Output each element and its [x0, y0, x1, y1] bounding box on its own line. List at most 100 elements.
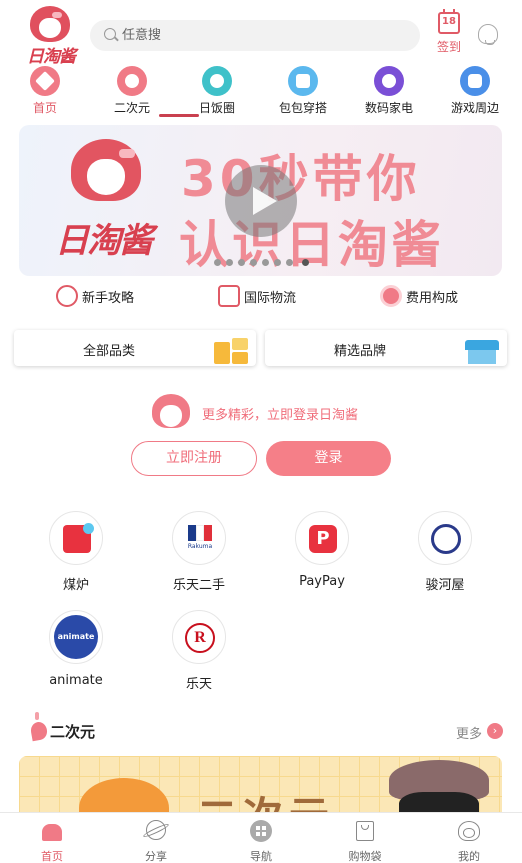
- category-home[interactable]: 首页: [5, 66, 85, 116]
- tab-home[interactable]: 首页: [22, 820, 82, 863]
- carousel-dot[interactable]: [226, 259, 233, 266]
- category-nav: 首页 二次元 日饭圈 包包穿搭 数码家电 游戏周边: [0, 66, 522, 118]
- cat-face-icon: [117, 66, 147, 96]
- all-categories-label: 全部品类: [82, 344, 135, 359]
- camera-icon: [374, 66, 404, 96]
- tab-profile[interactable]: 我的: [439, 820, 499, 863]
- animate-mark: animate: [54, 615, 98, 659]
- all-categories-card[interactable]: 全部品类: [14, 330, 256, 366]
- fees-label: 费用构成: [406, 290, 459, 306]
- category-games[interactable]: 游戏周边: [435, 66, 515, 116]
- quick-links: 新手攻略 国际物流 费用构成: [0, 284, 522, 310]
- person-icon: [56, 285, 78, 307]
- category-fashion[interactable]: 包包穿搭: [263, 66, 343, 116]
- disc-icon: [202, 66, 232, 96]
- category-label: 首页: [32, 101, 57, 115]
- category-label: 数码家电: [364, 101, 413, 115]
- login-hint-text: 更多精彩，立即登录日淘酱: [202, 408, 359, 423]
- platform-rakuten[interactable]: R 乐天: [149, 610, 249, 692]
- rakuma-icon: Rakuma: [172, 511, 226, 565]
- carousel-dot[interactable]: [274, 259, 281, 266]
- tab-label: 导航: [250, 850, 272, 863]
- mascot-icon: [152, 394, 190, 428]
- shirt-icon: [288, 66, 318, 96]
- rakuten-icon: R: [172, 610, 226, 664]
- platform-label: 乐天: [185, 677, 212, 692]
- mercari-icon: [49, 511, 103, 565]
- chevron-right-icon[interactable]: ›: [487, 723, 503, 739]
- header: 日淘酱 18 签到: [0, 0, 522, 67]
- bottom-tab-bar: 首页 分享 导航 购物袋 我的: [0, 812, 522, 863]
- platform-label: 乐天二手: [172, 578, 225, 593]
- carousel-dot-active[interactable]: [302, 259, 309, 266]
- section-banner[interactable]: 二次元: [19, 756, 502, 816]
- platform-label: 煤炉: [62, 578, 89, 593]
- animate-icon: animate: [49, 610, 103, 664]
- surugaya-icon: [418, 511, 472, 565]
- category-label: 游戏周边: [450, 101, 499, 115]
- play-icon[interactable]: [225, 165, 297, 237]
- tab-cart[interactable]: 购物袋: [335, 820, 395, 863]
- coin-icon: [380, 285, 402, 307]
- star-icon: [30, 66, 60, 96]
- search-bar[interactable]: [90, 20, 420, 51]
- tab-label: 分享: [145, 850, 167, 863]
- platform-surugaya[interactable]: 骏河屋: [395, 511, 495, 593]
- grid-menu-icon: [249, 820, 273, 842]
- paypay-icon: P: [295, 511, 349, 565]
- signin-button[interactable]: 18 签到: [432, 9, 466, 55]
- search-input[interactable]: [122, 24, 402, 46]
- calendar-icon: 18: [438, 9, 460, 34]
- fees-link[interactable]: 费用构成: [380, 284, 458, 308]
- tab-label: 我的: [458, 850, 480, 863]
- carousel-dot[interactable]: [214, 259, 221, 266]
- register-button[interactable]: 立即注册: [131, 441, 257, 476]
- platform-label: animate: [49, 673, 103, 688]
- promo-banner[interactable]: 日淘酱 30秒带你 认识日淘酱: [19, 125, 502, 276]
- active-tab-indicator: [159, 114, 199, 117]
- login-hint: 更多精彩，立即登录日淘酱: [152, 394, 412, 428]
- calendar-day: 18: [442, 16, 456, 27]
- category-fandom[interactable]: 日饭圈: [177, 66, 257, 116]
- login-button[interactable]: 登录: [266, 441, 391, 476]
- grid-icon: [214, 338, 248, 364]
- tab-navigation[interactable]: 导航: [231, 820, 291, 863]
- banner-headline-1: 30秒带你: [181, 150, 421, 208]
- planet-icon: [142, 820, 170, 842]
- category-anime[interactable]: 二次元: [92, 66, 172, 116]
- customer-service-icon[interactable]: [478, 24, 498, 45]
- tab-label: 首页: [41, 850, 63, 863]
- category-electronics[interactable]: 数码家电: [349, 66, 429, 116]
- home-icon: [40, 820, 64, 842]
- logistics-label: 国际物流: [244, 290, 297, 306]
- banner-brand: 日淘酱: [55, 221, 153, 261]
- carousel-dot[interactable]: [250, 259, 257, 266]
- platform-paypay[interactable]: P PayPay: [272, 511, 372, 589]
- truck-icon: [218, 285, 240, 307]
- logistics-link[interactable]: 国际物流: [218, 284, 296, 308]
- platform-animate[interactable]: animate animate: [26, 610, 126, 688]
- gamepad-icon: [460, 66, 490, 96]
- banner-bow: [119, 149, 135, 158]
- section-more-link[interactable]: 更多: [456, 723, 482, 742]
- category-label: 包包穿搭: [278, 101, 327, 115]
- rakuma-mark: Rakuma: [187, 543, 213, 550]
- carousel-dot[interactable]: [286, 259, 293, 266]
- logo-text: 日淘酱: [27, 47, 76, 67]
- guide-link[interactable]: 新手攻略: [56, 284, 134, 308]
- section-title: 二次元: [50, 723, 96, 741]
- profile-icon: [457, 820, 481, 842]
- featured-brands-card[interactable]: 精选品牌: [265, 330, 507, 366]
- paypay-mark: P: [309, 525, 337, 553]
- carousel-dot[interactable]: [262, 259, 269, 266]
- app-logo[interactable]: 日淘酱: [22, 6, 80, 67]
- carousel-dot[interactable]: [238, 259, 245, 266]
- featured-brands-label: 精选品牌: [333, 344, 386, 359]
- tab-share[interactable]: 分享: [126, 820, 186, 863]
- rakuten-mark: R: [185, 623, 215, 653]
- search-icon: [104, 28, 116, 40]
- section-icon: [27, 710, 49, 746]
- guide-label: 新手攻略: [82, 290, 135, 306]
- platform-rakuma[interactable]: Rakuma 乐天二手: [149, 511, 249, 593]
- platform-mercari[interactable]: 煤炉: [26, 511, 126, 593]
